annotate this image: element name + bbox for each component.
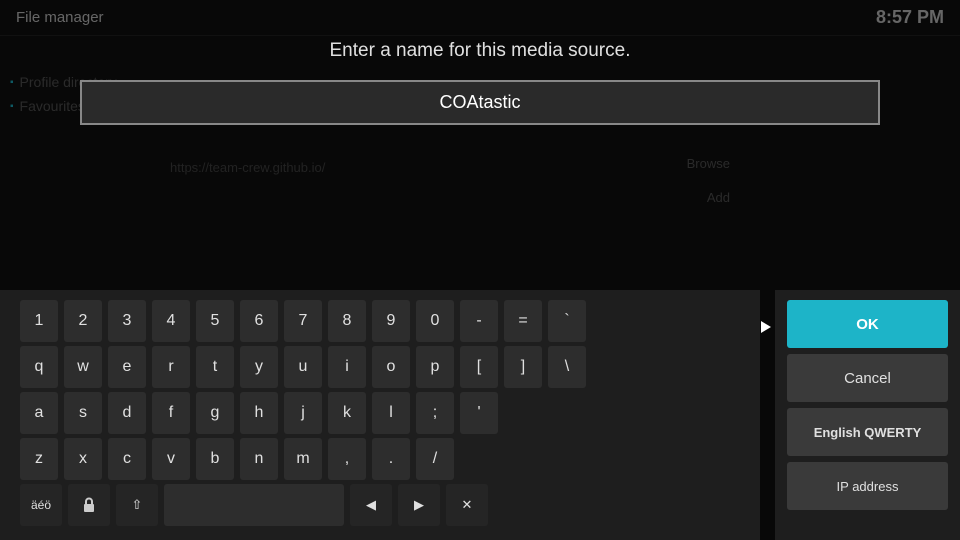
key-i[interactable]: i	[328, 346, 366, 388]
key-j[interactable]: j	[284, 392, 322, 434]
key-f[interactable]: f	[152, 392, 190, 434]
key-minus[interactable]: -	[460, 300, 498, 342]
keyboard-layout-button[interactable]: English QWERTY	[787, 408, 948, 456]
key-x[interactable]: x	[64, 438, 102, 480]
key-row-1: 1 2 3 4 5 6 7 8 9 0 - = `	[20, 300, 740, 342]
key-backslash[interactable]: \	[548, 346, 586, 388]
dialog-title: Enter a name for this media source.	[80, 40, 880, 62]
key-m[interactable]: m	[284, 438, 322, 480]
key-h[interactable]: h	[240, 392, 278, 434]
key-q[interactable]: q	[20, 346, 58, 388]
key-backtick[interactable]: `	[548, 300, 586, 342]
key-spacebar[interactable]	[164, 484, 344, 526]
key-lbracket[interactable]: [	[460, 346, 498, 388]
key-r[interactable]: r	[152, 346, 190, 388]
ok-button[interactable]: OK	[787, 300, 948, 348]
key-right-arrow-icon[interactable]: ▶	[398, 484, 440, 526]
key-shift-icon[interactable]: ⇧	[116, 484, 158, 526]
key-u[interactable]: u	[284, 346, 322, 388]
ip-address-button[interactable]: IP address	[787, 462, 948, 510]
key-v[interactable]: v	[152, 438, 190, 480]
key-period[interactable]: .	[372, 438, 410, 480]
key-k[interactable]: k	[328, 392, 366, 434]
key-n[interactable]: n	[240, 438, 278, 480]
dialog-prompt: Enter a name for this media source.	[80, 30, 880, 125]
key-p[interactable]: p	[416, 346, 454, 388]
key-o[interactable]: o	[372, 346, 410, 388]
key-1[interactable]: 1	[20, 300, 58, 342]
key-lock-icon[interactable]	[68, 484, 110, 526]
key-d[interactable]: d	[108, 392, 146, 434]
key-l[interactable]: l	[372, 392, 410, 434]
key-accents[interactable]: äéö	[20, 484, 62, 526]
keyboard-area: 1 2 3 4 5 6 7 8 9 0 - = ` q w e r t y u …	[0, 290, 760, 540]
key-2[interactable]: 2	[64, 300, 102, 342]
key-row-2: q w e r t y u i o p [ ] \	[20, 346, 740, 388]
key-a[interactable]: a	[20, 392, 58, 434]
key-e[interactable]: e	[108, 346, 146, 388]
key-5[interactable]: 5	[196, 300, 234, 342]
key-g[interactable]: g	[196, 392, 234, 434]
key-comma[interactable]: ,	[328, 438, 366, 480]
key-3[interactable]: 3	[108, 300, 146, 342]
key-c[interactable]: c	[108, 438, 146, 480]
name-input[interactable]	[82, 82, 878, 123]
key-y[interactable]: y	[240, 346, 278, 388]
cancel-button[interactable]: Cancel	[787, 354, 948, 402]
key-quote[interactable]: '	[460, 392, 498, 434]
key-semicolon[interactable]: ;	[416, 392, 454, 434]
key-7[interactable]: 7	[284, 300, 322, 342]
key-4[interactable]: 4	[152, 300, 190, 342]
key-z[interactable]: z	[20, 438, 58, 480]
key-9[interactable]: 9	[372, 300, 410, 342]
key-0[interactable]: 0	[416, 300, 454, 342]
key-rbracket[interactable]: ]	[504, 346, 542, 388]
key-s[interactable]: s	[64, 392, 102, 434]
dialog-input-wrapper	[80, 80, 880, 125]
key-equals[interactable]: =	[504, 300, 542, 342]
key-row-3: a s d f g h j k l ; '	[20, 392, 740, 434]
key-w[interactable]: w	[64, 346, 102, 388]
key-row-4: z x c v b n m , . /	[20, 438, 740, 480]
key-t[interactable]: t	[196, 346, 234, 388]
key-8[interactable]: 8	[328, 300, 366, 342]
key-row-5: äéö ⇧ ◀ ▶ ✕	[20, 484, 740, 526]
key-b[interactable]: b	[196, 438, 234, 480]
key-left-arrow-icon[interactable]: ◀	[350, 484, 392, 526]
right-panel: OK Cancel English QWERTY IP address	[775, 290, 960, 540]
key-6[interactable]: 6	[240, 300, 278, 342]
key-slash[interactable]: /	[416, 438, 454, 480]
key-backspace-icon[interactable]: ✕	[446, 484, 488, 526]
